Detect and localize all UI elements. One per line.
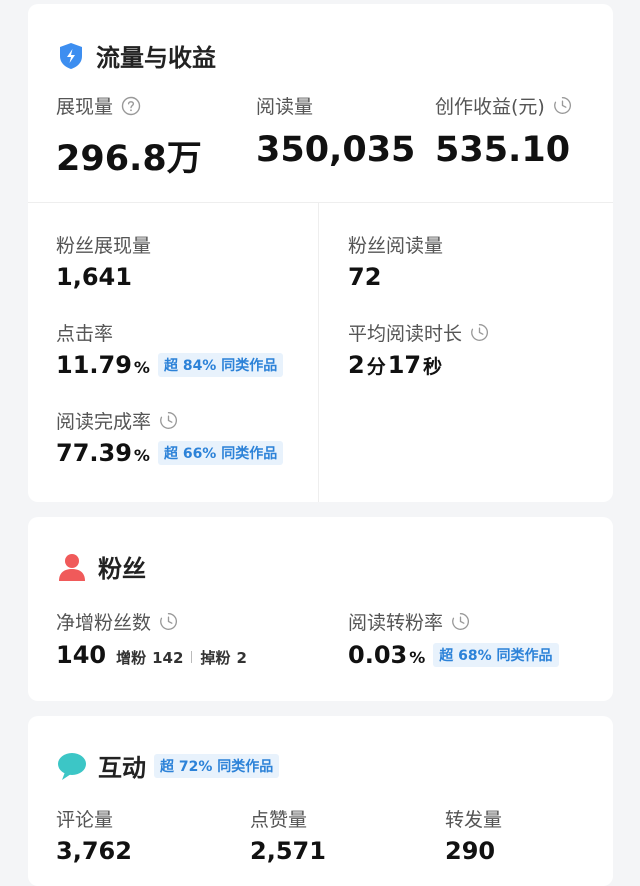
fans-separator [191,651,193,663]
clock-history-icon[interactable] [451,612,470,631]
fans-gain-label: 增粉 [116,649,147,667]
avg-read-time-seconds-unit: 秒 [423,356,443,378]
reads-label: 阅读量 [256,96,314,118]
traffic-card-header: 流量与收益 [56,38,216,73]
impressions-label: 展现量 [56,96,114,118]
avg-read-time-minutes: 2 [348,351,365,379]
ctr-label: 点击率 [56,323,114,345]
fan-impressions-label: 粉丝展现量 [56,235,152,257]
shares-label: 转发量 [445,809,503,831]
traffic-card: 流量与收益 展现量 296.8万 阅读量 350,035 创作收益(元) 535… [28,4,613,502]
comments-label: 评论量 [56,809,114,831]
comments-value: 3,762 [56,837,132,865]
fan-reads-value: 72 [348,263,382,291]
interaction-badge: 超 72% 同类作品 [154,753,280,778]
fans-gain-value: 142 [152,649,184,667]
completion-label: 阅读完成率 [56,411,152,433]
traffic-column-divider [318,202,319,502]
ctr-value-row: 11.79 % 超 84% 同类作品 [56,351,284,380]
likes-label: 点赞量 [250,809,308,831]
interaction-card-title: 互动 [98,754,146,782]
question-circle-icon[interactable] [121,96,141,116]
reads-value: 350,035 [256,130,416,170]
fan-impressions-value: 1,641 [56,263,132,291]
traffic-divider [28,202,613,203]
conversion-label: 阅读转粉率 [348,612,444,634]
earnings-value: 535.10 [435,130,571,170]
avg-read-time-seconds: 17 [387,351,422,379]
conversion-value-row: 0.03 % 超 68% 同类作品 [348,641,559,670]
interaction-card-header: 互动 超 72% 同类作品 [56,748,280,783]
fans-card: 粉丝 净增粉丝数 140 增粉 142 掉粉 2 阅读转粉率 0.03 % 超 … [28,517,613,701]
earnings-label-row: 创作收益(元) [435,92,572,119]
net-fans-value: 140 [56,641,107,669]
conversion-value: 0.03 [348,641,408,669]
fans-card-title: 粉丝 [98,555,146,583]
likes-value: 2,571 [250,837,326,865]
ctr-value: 11.79 [56,351,132,379]
clock-history-icon[interactable] [553,96,572,115]
speech-bubble-icon [58,752,86,780]
fans-loss-label: 掉粉 [200,649,231,667]
ctr-badge: 超 84% 同类作品 [157,353,284,377]
avg-read-time-minutes-unit: 分 [366,356,386,378]
clock-history-icon[interactable] [159,411,178,430]
person-icon [59,553,85,581]
interaction-card: 互动 超 72% 同类作品 评论量 3,762 点赞量 2,571 转发量 29… [28,716,613,886]
avg-read-time-label-row: 平均阅读时长 [348,319,489,346]
completion-value-row: 77.39 % 超 66% 同类作品 [56,439,284,468]
shares-value: 290 [445,837,496,865]
conversion-badge: 超 68% 同类作品 [433,643,559,667]
completion-badge: 超 66% 同类作品 [157,441,284,465]
completion-value: 77.39 [56,439,132,467]
net-fans-label: 净增粉丝数 [56,612,152,634]
impressions-value: 296.8万 [56,139,202,179]
traffic-card-title: 流量与收益 [96,44,216,72]
fans-card-header: 粉丝 [56,549,146,584]
impressions-label-row: 展现量 [56,92,141,119]
completion-unit: % [133,446,150,465]
avg-read-time-label: 平均阅读时长 [348,323,463,345]
clock-history-icon[interactable] [470,323,489,342]
net-fans-label-row: 净增粉丝数 [56,608,178,635]
fans-loss-value: 2 [236,649,247,667]
fan-reads-label: 粉丝阅读量 [348,235,444,257]
clock-history-icon[interactable] [159,612,178,631]
avg-read-time-value: 2 分 17 秒 [348,351,442,379]
earnings-label: 创作收益(元) [435,96,545,118]
conversion-unit: % [409,648,426,667]
conversion-label-row: 阅读转粉率 [348,608,470,635]
ctr-unit: % [133,358,150,377]
completion-label-row: 阅读完成率 [56,407,178,434]
net-fans-value-row: 140 增粉 142 掉粉 2 [56,641,247,669]
lightning-shield-icon [60,42,82,69]
